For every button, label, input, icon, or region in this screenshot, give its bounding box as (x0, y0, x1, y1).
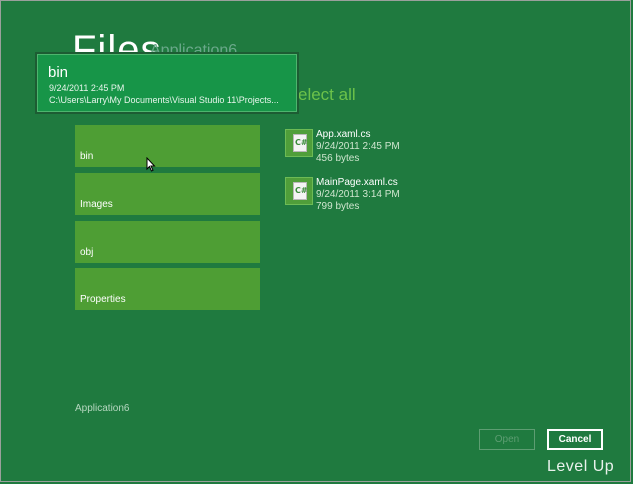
csharp-file-icon: C# (285, 129, 313, 157)
folder-label: Properties (80, 294, 126, 305)
file-name: MainPage.xaml.cs (316, 177, 398, 188)
file-name: App.xaml.cs (316, 129, 371, 140)
folder-label: obj (80, 247, 94, 258)
cancel-button[interactable]: Cancel (547, 429, 603, 450)
file-item-app-xaml-cs[interactable]: C# App.xaml.cs 9/24/2011 2:45 PM 456 byt… (285, 129, 485, 173)
folder-label: Images (80, 199, 113, 210)
folder-tile-obj[interactable]: obj (75, 221, 260, 263)
folder-tile-images[interactable]: Images (75, 173, 260, 215)
tooltip-date: 9/24/2011 2:45 PM (49, 83, 125, 93)
tooltip-title: bin (48, 64, 69, 81)
folder-label: bin (80, 151, 94, 162)
file-date: 9/24/2011 3:14 PM (316, 189, 400, 200)
folder-tooltip: bin 9/24/2011 2:45 PM C:\Users\Larry\My … (35, 52, 299, 114)
watermark-text: Level Up (547, 458, 615, 475)
open-button[interactable]: Open (479, 429, 535, 450)
folder-tile-properties[interactable]: Properties (75, 268, 260, 310)
file-item-mainpage-xaml-cs[interactable]: C# MainPage.xaml.cs 9/24/2011 3:14 PM 79… (285, 177, 485, 221)
select-all-link[interactable]: elect all (298, 85, 356, 105)
file-size: 799 bytes (316, 201, 360, 212)
file-date: 9/24/2011 2:45 PM (316, 141, 400, 152)
app-name-label: Application6 (75, 403, 130, 414)
file-size: 456 bytes (316, 153, 360, 164)
tooltip-path: C:\Users\Larry\My Documents\Visual Studi… (49, 95, 279, 105)
mouse-cursor-icon (146, 157, 156, 172)
csharp-file-icon: C# (285, 177, 313, 205)
folder-tile-bin[interactable]: bin (75, 125, 260, 167)
